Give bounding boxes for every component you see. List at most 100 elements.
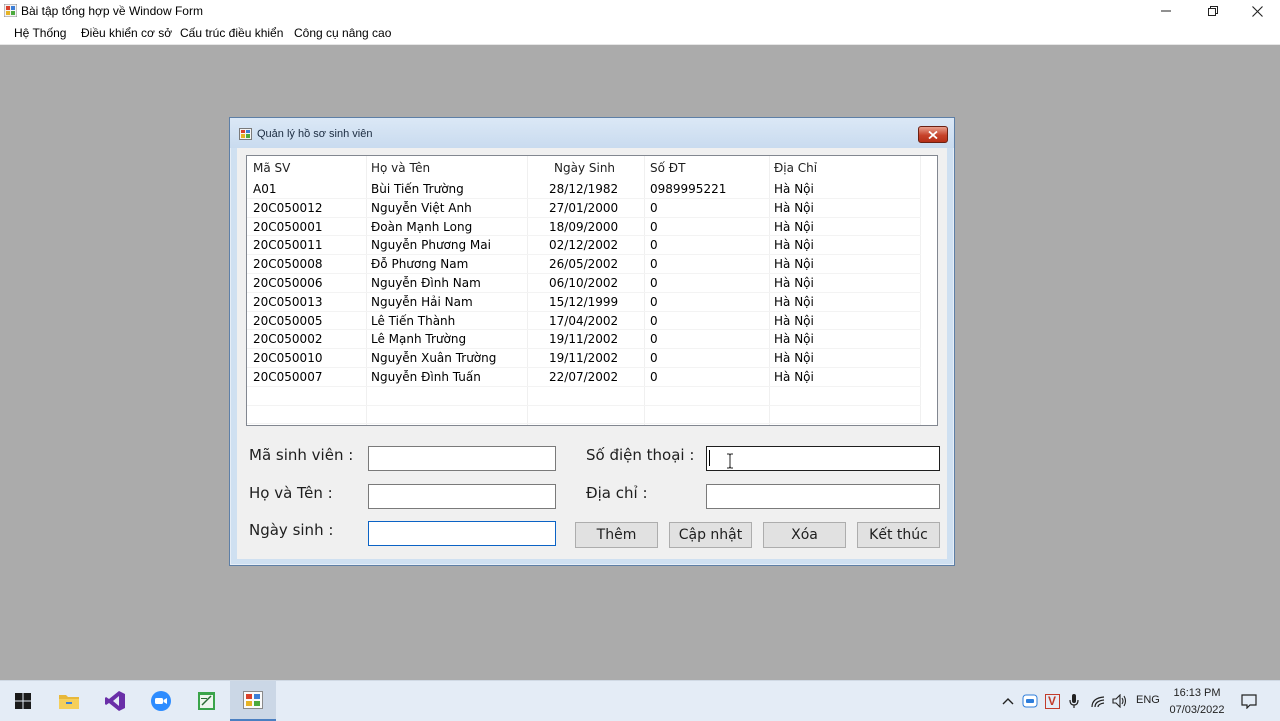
- cell-ma-sv: A01: [253, 182, 277, 196]
- text-cursor-icon: [727, 453, 733, 469]
- row-separator: [247, 329, 921, 331]
- taskbar-zoom[interactable]: [138, 681, 184, 721]
- show-hidden-icons-button[interactable]: [998, 691, 1018, 711]
- column-separator: [769, 156, 770, 425]
- cell-so-dt: 0: [650, 313, 658, 328]
- language-indicator[interactable]: ENG: [1136, 694, 1160, 706]
- clock-time[interactable]: 16:13 PM: [1168, 687, 1226, 699]
- ngay-sinh-label: Ngày sinh :: [249, 521, 334, 539]
- tray-volume[interactable]: [1110, 691, 1130, 711]
- update-button[interactable]: Cập nhật: [669, 522, 752, 548]
- microphone-icon: [1069, 694, 1079, 708]
- column-header-dia-chi[interactable]: Địa Chỉ: [774, 159, 817, 177]
- cell-ma-sv: 20C050013: [253, 294, 323, 309]
- delete-button[interactable]: Xóa: [763, 522, 846, 548]
- column-header-so-dt[interactable]: Số ĐT: [650, 159, 685, 177]
- cell-ngay-sinh: 17/04/2002: [549, 313, 619, 328]
- taskbar-file-explorer[interactable]: [46, 681, 92, 721]
- dialog-close-button[interactable]: [918, 126, 948, 143]
- window-titlebar[interactable]: Bài tập tổng hợp về Window Form: [0, 0, 1280, 22]
- taskbar: V ENG 16:13 PM 07/03/2022: [0, 680, 1280, 721]
- cell-dia-chi: Hà Nội: [774, 370, 814, 384]
- cell-ngay-sinh: 28/12/1982: [549, 182, 619, 196]
- column-header-ho-ten[interactable]: Họ và Tên: [371, 159, 430, 177]
- close-icon: [1251, 5, 1263, 17]
- cell-so-dt: 0: [650, 276, 658, 290]
- row-separator: [247, 291, 921, 293]
- dia-chi-input[interactable]: [706, 484, 940, 509]
- cell-ma-sv: 20C050002: [253, 332, 323, 347]
- row-separator: [247, 310, 921, 312]
- dialog-titlebar[interactable]: Quản lý hồ sơ sinh viên: [230, 118, 954, 148]
- notification-icon: [1241, 693, 1257, 709]
- row-separator: [247, 216, 921, 218]
- taskbar-notepad[interactable]: [184, 681, 230, 721]
- cell-ma-sv: 20C050008: [253, 257, 323, 272]
- taskbar-winform-app[interactable]: [230, 681, 276, 721]
- minimize-button[interactable]: [1143, 0, 1189, 22]
- menu-cau-truc-dieu-khien[interactable]: Cấu trúc điều khiển: [173, 22, 290, 44]
- cell-ma-sv: 20C050007: [253, 370, 323, 384]
- cell-ngay-sinh: 18/09/2000: [549, 219, 619, 234]
- so-dt-input[interactable]: [706, 446, 940, 471]
- chevron-up-icon: [1002, 698, 1014, 705]
- cell-dia-chi: Hà Nội: [774, 238, 814, 253]
- ma-sv-label: Mã sinh viên :: [249, 446, 354, 464]
- cell-ma-sv: 20C050001: [253, 219, 323, 234]
- cell-ho-ten: Nguyễn Đình Tuấn: [371, 370, 481, 384]
- cell-ngay-sinh: 27/01/2000: [549, 200, 619, 215]
- add-button[interactable]: Thêm: [575, 522, 658, 548]
- cell-ngay-sinh: 26/05/2002: [549, 257, 619, 272]
- row-separator: [247, 235, 921, 237]
- window-title: Bài tập tổng hợp về Window Form: [21, 4, 203, 18]
- cell-ho-ten: Đoàn Mạnh Long: [371, 219, 473, 234]
- cell-ho-ten: Nguyễn Phương Mai: [371, 238, 491, 253]
- student-list-view[interactable]: Mã SV Họ và Tên Ngày Sinh Số ĐT Địa Chỉ …: [246, 155, 938, 426]
- notepad-icon: [198, 692, 215, 710]
- menu-he-thong[interactable]: Hệ Thống: [7, 22, 73, 44]
- cell-so-dt: 0: [650, 219, 658, 234]
- close-button[interactable]: [1234, 0, 1280, 22]
- ho-ten-input[interactable]: [368, 484, 556, 509]
- dialog-client-area: Mã SV Họ và Tên Ngày Sinh Số ĐT Địa Chỉ …: [237, 148, 947, 559]
- cell-dia-chi: Hà Nội: [774, 351, 814, 366]
- speaker-icon: [1112, 694, 1127, 708]
- row-separator: [247, 348, 921, 350]
- cell-ngay-sinh: 19/11/2002: [549, 332, 619, 347]
- restore-icon: [1208, 6, 1218, 16]
- menu-cong-cu-nang-cao[interactable]: Công cụ nâng cao: [287, 22, 398, 44]
- cell-ho-ten: Nguyễn Đình Nam: [371, 276, 481, 290]
- cell-so-dt: 0: [650, 294, 658, 309]
- cell-ma-sv: 20C050010: [253, 351, 323, 366]
- visual-studio-icon: [105, 691, 125, 711]
- zoom-icon: [151, 691, 171, 711]
- text-caret: [709, 450, 710, 466]
- cell-so-dt: 0989995221: [650, 182, 727, 196]
- v-app-icon: V: [1044, 693, 1060, 709]
- ma-sv-input[interactable]: [368, 446, 556, 471]
- menu-dieu-khien-co-so[interactable]: Điều khiển cơ sở: [74, 22, 179, 44]
- taskbar-visual-studio[interactable]: [92, 681, 138, 721]
- tray-microphone[interactable]: [1064, 691, 1084, 711]
- cell-so-dt: 0: [650, 238, 658, 253]
- dia-chi-label: Địa chỉ :: [586, 484, 648, 502]
- tray-v-app[interactable]: V: [1042, 691, 1062, 711]
- ngay-sinh-input[interactable]: [368, 521, 556, 546]
- tray-network[interactable]: [1088, 691, 1108, 711]
- tray-zalo[interactable]: [1020, 691, 1040, 711]
- cell-ma-sv: 20C050005: [253, 313, 323, 328]
- column-separator: [366, 156, 367, 425]
- row-separator: [247, 367, 921, 368]
- cell-ma-sv: 20C050011: [253, 238, 323, 253]
- column-header-ma-sv[interactable]: Mã SV: [253, 159, 290, 177]
- cell-ngay-sinh: 02/12/2002: [549, 238, 619, 253]
- notifications-button[interactable]: [1239, 691, 1259, 711]
- exit-button[interactable]: Kết thúc: [857, 522, 940, 548]
- column-separator: [920, 156, 921, 425]
- row-separator: [247, 197, 921, 199]
- clock-date[interactable]: 07/03/2022: [1166, 704, 1228, 716]
- restore-button[interactable]: [1190, 0, 1236, 22]
- column-header-ngay-sinh[interactable]: Ngày Sinh: [554, 159, 615, 177]
- close-icon: [928, 130, 938, 139]
- start-button[interactable]: [0, 681, 46, 721]
